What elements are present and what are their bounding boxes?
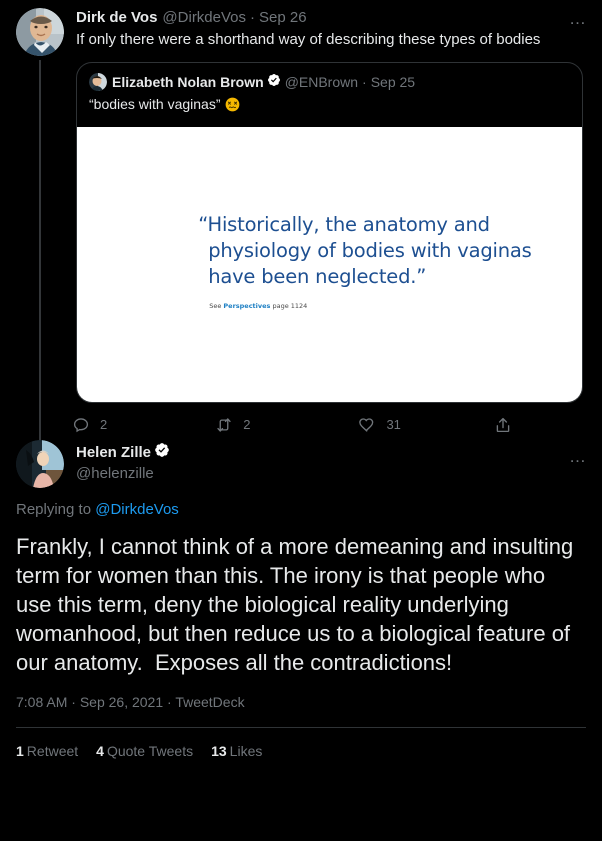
parent-tweet-content: Dirk de Vos @DirkdeVos · Sep 26 If only … (64, 8, 586, 434)
quote-line-3: have been neglected.” (208, 265, 427, 289)
main-tweet-more-button[interactable]: … (569, 448, 588, 465)
reply-button[interactable]: 2 (72, 416, 215, 434)
main-avatar[interactable] (16, 440, 64, 488)
quoted-separator: · (362, 74, 367, 90)
face-with-crossed-out-eyes-emoji (225, 97, 240, 115)
main-display-name-row: Helen Zille (76, 442, 170, 464)
parent-tweet-more-button[interactable]: … (558, 10, 588, 27)
quoted-text-content: “bodies with vaginas” (89, 96, 221, 112)
reply-count: 2 (100, 417, 108, 432)
retweets-label: Retweet (26, 743, 79, 759)
main-tweet-meta: 7:08 AM · Sep 26, 2021 · TweetDeck (16, 693, 586, 712)
quoted-avatar[interactable] (89, 73, 107, 91)
parent-date[interactable]: Sep 26 (259, 8, 307, 28)
main-tweet-stats: 1 Retweet 4 Quote Tweets 13 Likes (16, 742, 586, 760)
reply-icon (72, 416, 90, 434)
replying-to-row: Replying to @DirkdeVos (16, 500, 586, 520)
likes-count: 13 (211, 743, 227, 759)
avatar-image (16, 8, 64, 56)
quote-tweets-count: 4 (96, 743, 104, 759)
parent-tweet-text: If only there were a shorthand way of de… (76, 31, 541, 48)
likes-stat[interactable]: 13 Likes (211, 742, 262, 760)
quote-line-2: physiology of bodies with vaginas (208, 239, 532, 263)
parent-tweet[interactable]: … Dirk de Vos @DirkdeVos · Sep 26 If onl… (0, 0, 602, 478)
parent-avatar[interactable] (16, 8, 64, 56)
replying-to-handle-link[interactable]: @DirkdeVos (95, 501, 179, 518)
main-display-name[interactable]: Helen Zille (76, 443, 151, 463)
quoted-display-name[interactable]: Elizabeth Nolan Brown (112, 73, 264, 91)
credit-prefix: See (209, 302, 224, 311)
retweet-button[interactable]: 2 (215, 416, 358, 434)
tweet-source: TweetDeck (175, 694, 245, 710)
retweet-count: 2 (243, 417, 251, 432)
retweets-count: 1 (16, 743, 24, 759)
like-button[interactable]: 31 (358, 416, 494, 434)
quote-line-1: “Historically, the anatomy and (198, 213, 490, 237)
tweet-thread-page: … Dirk de Vos @DirkdeVos · Sep 26 If onl… (0, 0, 602, 841)
likes-label: Likes (229, 743, 263, 759)
divider (16, 727, 586, 728)
heart-icon (358, 416, 376, 434)
quoted-handle[interactable]: @ENBrown (285, 73, 358, 91)
parent-avatar-column (16, 8, 64, 478)
quoted-date: Sep 25 (370, 74, 416, 90)
quoted-tweet-header: Elizabeth Nolan Brown @ENBrown · Sep 25 (77, 63, 582, 93)
replying-to-label: Replying to (16, 501, 96, 518)
verified-badge-icon (267, 73, 281, 91)
tweet-time: 7:08 AM (16, 694, 68, 710)
credit-link: Perspectives (223, 302, 271, 311)
quote-image-credit: See Perspectives page 1124 (209, 302, 552, 310)
main-tweet-text: Frankly, I cannot think of a more demean… (16, 534, 580, 675)
avatar-image (89, 73, 107, 91)
quote-tweets-label: Quote Tweets (106, 743, 194, 759)
tweet-date: Sep 26, 2021 (79, 694, 164, 710)
meta-separator-1: · (71, 694, 76, 710)
main-handle[interactable]: @helenzille (76, 464, 170, 484)
credit-suffix: page 1124 (270, 302, 308, 311)
quote-tweets-stat[interactable]: 4 Quote Tweets (96, 742, 193, 760)
meta-separator-2: · (167, 694, 172, 710)
parent-separator: · (250, 9, 256, 26)
quote-image-text-block: “Historically, the anatomy and physiolog… (198, 212, 552, 310)
quoted-tweet-image[interactable]: “Historically, the anatomy and physiolog… (77, 127, 582, 402)
like-count: 31 (386, 417, 401, 432)
verified-badge-icon (154, 442, 170, 464)
quoted-tweet-action-bar: 2 2 31 (72, 416, 512, 434)
main-tweet-header: Helen Zille @helenzille … (16, 440, 586, 488)
quoted-tweet-card[interactable]: Elizabeth Nolan Brown @ENBrown · Sep 25 … (76, 62, 583, 403)
retweet-icon (215, 416, 233, 434)
parent-tweet-header: Dirk de Vos @DirkdeVos · Sep 26 (76, 8, 586, 28)
share-icon (494, 416, 512, 434)
avatar-image (16, 440, 64, 488)
share-button[interactable] (494, 416, 512, 434)
thread-connector-line (39, 60, 41, 478)
parent-display-name[interactable]: Dirk de Vos (76, 8, 157, 28)
quoted-tweet-text: “bodies with vaginas” (77, 93, 582, 127)
parent-handle[interactable]: @DirkdeVos (162, 8, 246, 28)
main-tweet: Helen Zille @helenzille … Replying to @D… (0, 440, 602, 760)
main-tweet-names: Helen Zille @helenzille (64, 440, 170, 484)
retweets-stat[interactable]: 1 Retweet (16, 742, 78, 760)
